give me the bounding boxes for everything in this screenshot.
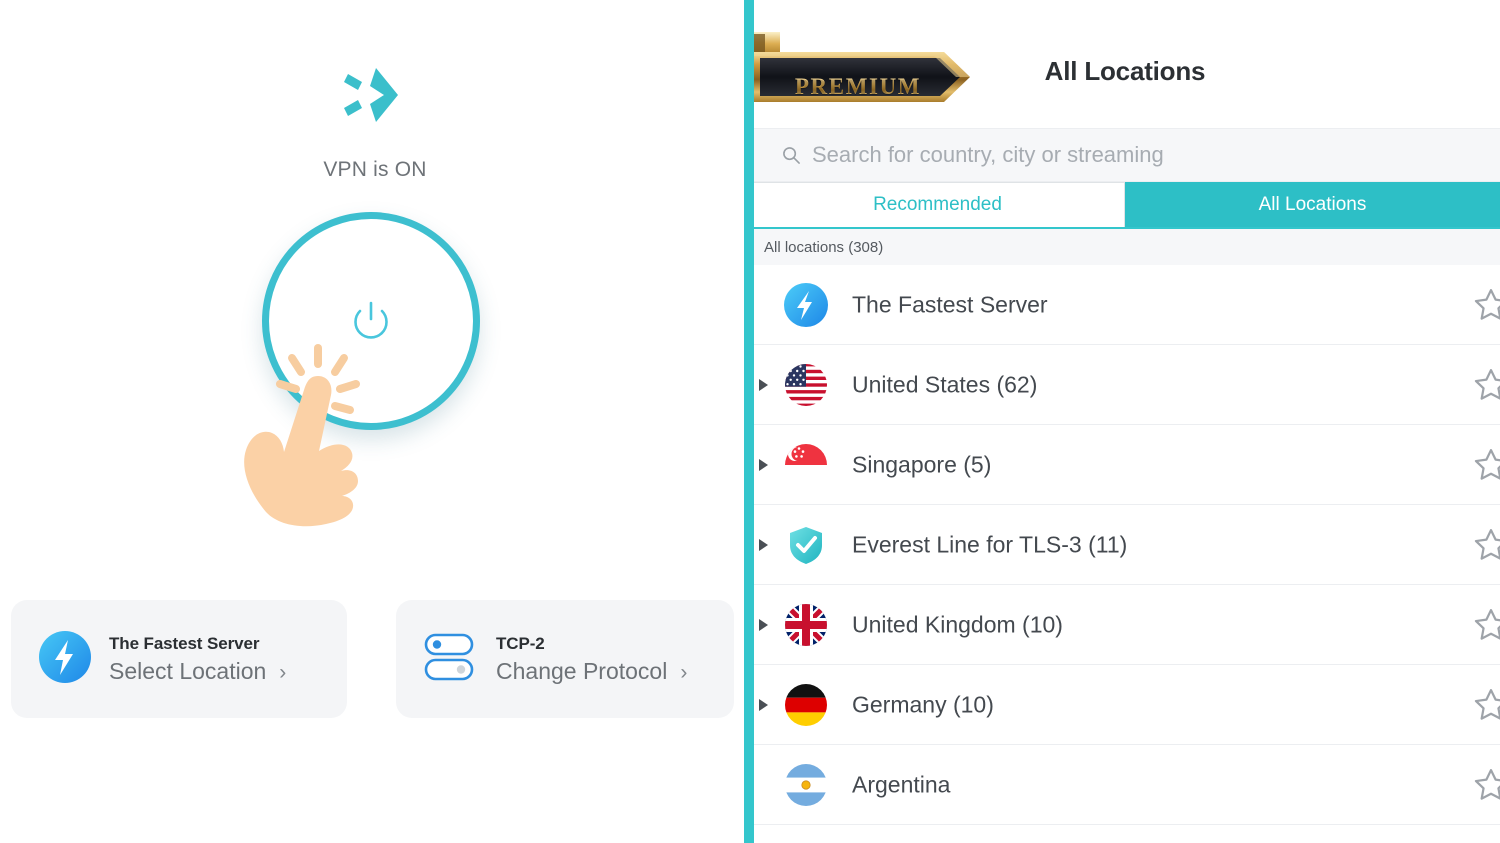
flag-sg-icon [784, 443, 828, 487]
tab-all-locations[interactable]: All Locations [1125, 182, 1500, 227]
list-item[interactable]: The Fastest Server [750, 265, 1500, 345]
vpn-app-screenshot: VPN is ON The Fastest Server Select Loca… [0, 0, 1500, 843]
star-outline-icon[interactable] [1472, 526, 1500, 564]
search-bar[interactable] [750, 128, 1500, 182]
expand-arrow-icon[interactable] [759, 618, 768, 631]
list-item[interactable]: United States (62) [750, 345, 1500, 425]
list-item-label: Singapore (5) [852, 451, 992, 477]
expand-arrow-icon[interactable] [759, 538, 768, 551]
star-outline-icon[interactable] [1472, 366, 1500, 404]
list-item-label: The Fastest Server [852, 291, 1048, 317]
all-locations-header: All Locations PREMIUM [750, 0, 1500, 128]
list-item[interactable]: Singapore (5) [750, 425, 1500, 505]
tab-recommended[interactable]: Recommended [750, 182, 1125, 227]
power-button-area [262, 212, 482, 432]
list-item[interactable]: Argentina [750, 745, 1500, 825]
expand-arrow-icon[interactable] [759, 458, 768, 471]
star-outline-icon[interactable] [1472, 286, 1500, 324]
select-location-card-subtitle: Select Location › [109, 656, 286, 687]
select-location-card-text: The Fastest Server Select Location › [109, 631, 286, 688]
search-input[interactable] [812, 142, 1452, 168]
left-panel: VPN is ON The Fastest Server Select Loca… [0, 0, 750, 843]
expand-arrow-icon[interactable] [759, 378, 768, 391]
star-outline-icon[interactable] [1472, 446, 1500, 484]
list-item-label: United Kingdom (10) [852, 611, 1063, 637]
select-location-card-subtitle-text: Select Location [109, 658, 267, 685]
list-item-label: Everest Line for TLS-3 (11) [852, 531, 1128, 557]
select-location-card-title: The Fastest Server [109, 633, 260, 653]
list-item-label: Germany (10) [852, 691, 994, 717]
list-item-label: United States (62) [852, 371, 1038, 397]
star-outline-icon[interactable] [1472, 766, 1500, 804]
list-item[interactable]: Everest Line for TLS-3 (11) [750, 505, 1500, 585]
fastest-server-bolt-icon [39, 630, 91, 688]
flag-us-icon [784, 363, 828, 407]
location-tabs: Recommended All Locations [750, 182, 1500, 229]
flag-gb-icon [784, 603, 828, 647]
power-icon [354, 301, 388, 339]
list-count-header: All locations (308) [750, 229, 1500, 265]
search-icon [783, 146, 800, 164]
change-protocol-card-subtitle-text: Change Protocol [496, 658, 668, 685]
change-protocol-card-title: TCP-2 [496, 633, 545, 653]
chevron-right-icon: › [680, 661, 688, 685]
change-protocol-card-subtitle: Change Protocol › [496, 656, 687, 687]
list-item[interactable]: United Kingdom (10) [750, 585, 1500, 665]
star-outline-icon[interactable] [1472, 686, 1500, 724]
fastest-server-bolt-icon [784, 282, 828, 327]
flag-ar-icon [784, 763, 828, 807]
select-location-card[interactable]: The Fastest Server Select Location › [11, 600, 347, 718]
all-locations-panel: All Locations PREMIUM Search for country… [750, 0, 1500, 843]
list-item[interactable]: Germany (10) [750, 665, 1500, 745]
change-protocol-card-text: TCP-2 Change Protocol › [496, 631, 687, 688]
list-item-label: Argentina [852, 771, 951, 797]
location-list: The Fastest Server United States (62) Si… [750, 265, 1500, 825]
panel-divider [744, 0, 754, 843]
vpn-status-label: VPN is ON [323, 158, 427, 181]
premium-ribbon-label: PREMIUM [788, 74, 928, 100]
chevron-right-icon: › [279, 661, 287, 685]
star-outline-icon[interactable] [1472, 606, 1500, 644]
change-protocol-card[interactable]: TCP-2 Change Protocol › [396, 600, 734, 718]
bottom-cards: The Fastest Server Select Location › TCP… [0, 600, 750, 720]
x-brand-logo-icon [340, 66, 402, 124]
shield-check-icon [784, 523, 828, 567]
expand-arrow-icon[interactable] [759, 698, 768, 711]
flag-de-icon [784, 683, 828, 727]
protocol-toggles-icon [424, 632, 478, 687]
power-button[interactable] [262, 212, 480, 430]
premium-ribbon: PREMIUM [750, 30, 974, 122]
